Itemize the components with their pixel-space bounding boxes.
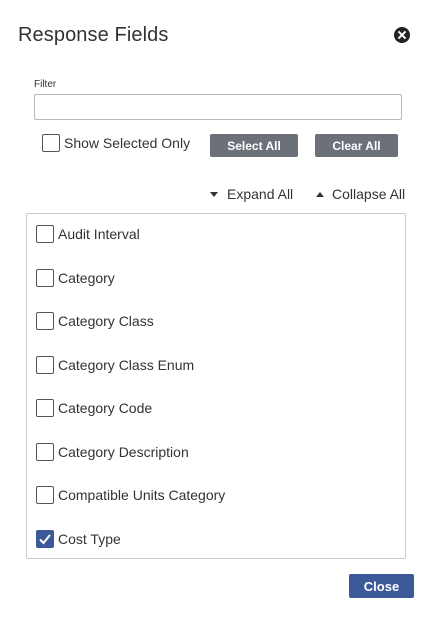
dialog-title: Response Fields (18, 24, 169, 46)
list-item[interactable]: Category Class Enum (36, 355, 194, 375)
filter-input[interactable] (34, 94, 402, 120)
field-label: Audit Interval (58, 226, 140, 242)
clear-all-button[interactable]: Clear All (315, 134, 398, 157)
field-label: Compatible Units Category (58, 487, 226, 503)
field-checkbox[interactable] (36, 443, 54, 461)
list-item[interactable]: Cost Type (36, 529, 121, 549)
list-item[interactable]: Category Description (36, 442, 189, 462)
select-all-button[interactable]: Select All (210, 134, 298, 157)
expand-all-button[interactable]: Expand All (210, 186, 293, 202)
response-fields-dialog: Response Fields Filter Show Selected Onl… (0, 0, 434, 621)
field-label: Category Class Enum (58, 357, 195, 373)
show-selected-only-label[interactable]: Show Selected Only (64, 135, 190, 151)
list-item[interactable]: Category Code (36, 398, 152, 418)
field-label: Category Class (58, 313, 154, 329)
list-item[interactable]: Audit Interval (36, 224, 140, 244)
filter-label: Filter (34, 79, 57, 90)
field-label: Category Description (58, 444, 189, 460)
caret-down-icon (210, 191, 218, 197)
field-checkbox[interactable] (36, 269, 54, 287)
field-label: Category (58, 270, 115, 286)
expand-all-label: Expand All (227, 186, 294, 202)
field-checkbox[interactable] (36, 356, 54, 374)
caret-up-icon (316, 191, 324, 197)
field-label: Category Code (58, 400, 153, 416)
checkmark-icon (39, 534, 51, 545)
field-label: Cost Type (58, 531, 121, 547)
field-checkbox[interactable] (36, 486, 54, 504)
field-list[interactable]: Audit Interval Category Category Class C… (26, 213, 406, 559)
collapse-all-button[interactable]: Collapse All (316, 186, 405, 202)
field-checkbox[interactable] (36, 225, 54, 243)
field-checkbox[interactable] (36, 312, 54, 330)
field-checkbox[interactable] (36, 530, 54, 548)
close-icon[interactable] (394, 27, 410, 43)
show-selected-only-checkbox[interactable] (42, 134, 60, 152)
close-button[interactable]: Close (349, 574, 414, 598)
list-item[interactable]: Category (36, 268, 115, 288)
list-item[interactable]: Compatible Units Category (36, 485, 225, 505)
collapse-all-label: Collapse All (332, 186, 406, 202)
list-item[interactable]: Category Class (36, 311, 154, 331)
field-checkbox[interactable] (36, 399, 54, 417)
